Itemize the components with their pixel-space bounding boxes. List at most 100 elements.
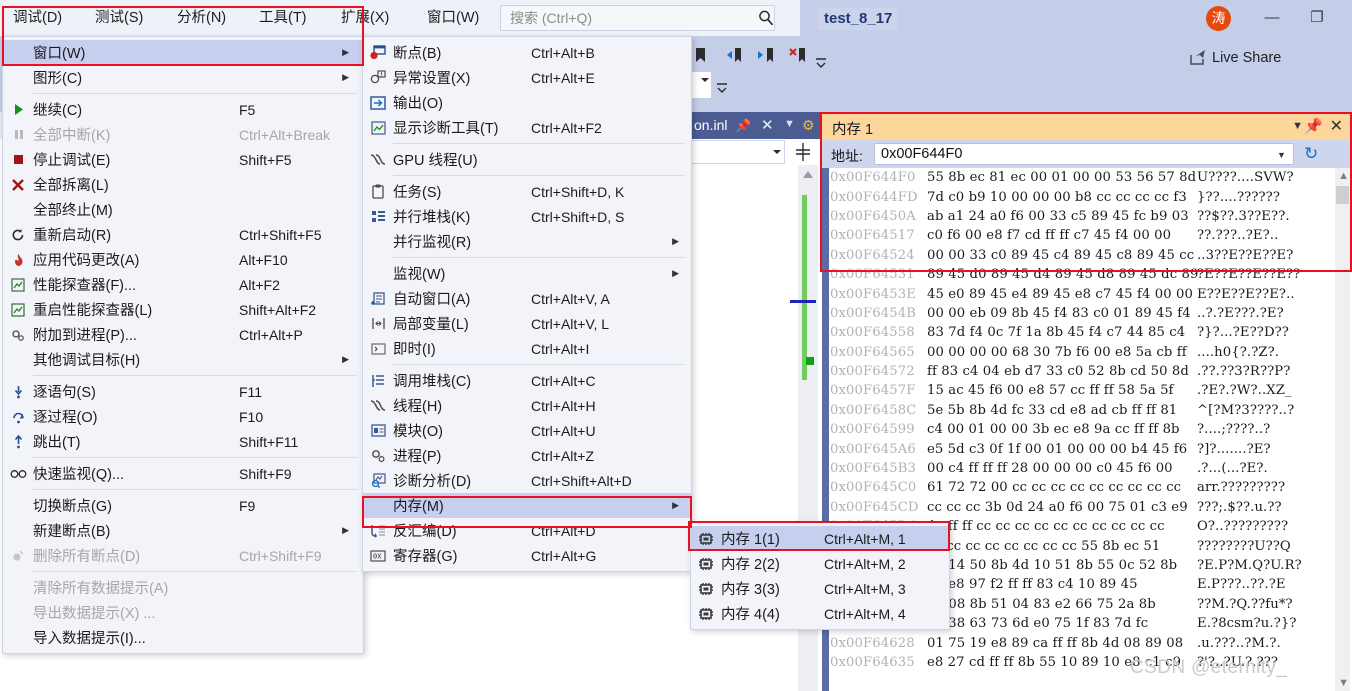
window-submenu-item-5[interactable]: GPU 线程(U)	[363, 147, 691, 172]
window-submenu-item-17[interactable]: 线程(H) Ctrl+Alt+H	[363, 393, 691, 418]
window-submenu-item-16[interactable]: 调用堆栈(C) Ctrl+Alt+C	[363, 368, 691, 393]
chevron-down-icon[interactable]: ▼	[1277, 150, 1286, 160]
memory-submenu-item-1[interactable]: 内存 2(2) Ctrl+Alt+M, 2	[691, 551, 949, 576]
memory-scrollbar[interactable]	[1335, 168, 1350, 691]
scroll-up-icon[interactable]: ▲	[1338, 170, 1349, 182]
toolbar-overflow-icon[interactable]	[815, 57, 827, 69]
window-submenu-item-12[interactable]: 自动窗口(A) Ctrl+Alt+V, A	[363, 286, 691, 311]
memory-row[interactable]: 0x00F64524 00 00 33 c0 89 45 c4 89 45 c8 …	[822, 246, 1350, 265]
scroll-down-icon[interactable]: ▼	[1338, 677, 1349, 689]
next-bookmark-icon[interactable]	[756, 46, 776, 64]
live-share-button[interactable]: Live Share	[1212, 47, 1281, 69]
debug-menu-item-27[interactable]: 导入数据提示(I)...	[3, 625, 363, 650]
split-view-icon[interactable]	[792, 141, 814, 163]
gear-icon[interactable]: ⚙	[802, 117, 815, 134]
window-submenu-item-20[interactable]: 诊断分析(D) Ctrl+Shift+Alt+D	[363, 468, 691, 493]
debug-menu-item-15[interactable]: 逐语句(S) F11	[3, 379, 363, 404]
menubar-item-window[interactable]: 窗口(W)	[420, 6, 486, 30]
debug-menu-item-12[interactable]: 附加到进程(P)... Ctrl+Alt+P	[3, 322, 363, 347]
menubar-item-test[interactable]: 测试(S)	[88, 6, 150, 30]
memory-submenu-item-3[interactable]: 内存 4(4) Ctrl+Alt+M, 4	[691, 601, 949, 626]
toolbar-dropdown-caret-icon[interactable]	[700, 76, 710, 84]
debug-menu-item-7[interactable]: 全部终止(M)	[3, 197, 363, 222]
memory-row[interactable]: 0x00F645A6 e5 5d c3 0f 1f 00 01 00 00 00 …	[822, 439, 1350, 458]
debug-menu-item-3[interactable]: 继续(C) F5	[3, 97, 363, 122]
memory-row[interactable]: 0x00F644FD 7d c0 b9 10 00 00 00 b8 cc cc …	[822, 187, 1350, 206]
debug-menu-item-0[interactable]: 窗口(W) ▶	[3, 40, 363, 65]
menubar-item-analyze[interactable]: 分析(N)	[170, 6, 233, 30]
window-submenu-item-13[interactable]: 局部变量(L) Ctrl+Alt+V, L	[363, 311, 691, 336]
memory-submenu-item-2[interactable]: 内存 3(3) Ctrl+Alt+M, 3	[691, 576, 949, 601]
debug-menu-item-19[interactable]: 快速监视(Q)... Shift+F9	[3, 461, 363, 486]
memory-row[interactable]: 0x00F6458C 5e 5b 8b 4d fc 33 cd e8 ad cb …	[822, 401, 1350, 420]
debug-menu-item-21[interactable]: 切换断点(G) F9	[3, 493, 363, 518]
memory-row[interactable]: 0x00F64517 c0 f6 00 e8 f7 cd ff ff c7 45 …	[822, 226, 1350, 245]
memory-row[interactable]: 0x00F64531 89 45 d0 89 45 d4 89 45 d8 89 …	[822, 265, 1350, 284]
debug-menu[interactable]: 窗口(W) ▶ 图形(C) ▶ 继续(C) F5 全部中断(K) Ctrl+Alt+Break…	[2, 36, 364, 654]
pin-icon[interactable]: 📌	[735, 118, 751, 134]
debug-menu-item-6[interactable]: 全部拆离(L)	[3, 172, 363, 197]
memory-row[interactable]: 0x00F64565 00 00 00 00 68 30 7b f6 00 e8 …	[822, 343, 1350, 362]
memory-row[interactable]: 0x00F64628 01 75 19 e8 89 ca ff ff 8b 4d …	[822, 633, 1350, 652]
minimize-button[interactable]: —	[1255, 6, 1289, 30]
menubar-item-debug[interactable]: 调试(D)	[6, 6, 69, 30]
debug-menu-item-13[interactable]: 其他调试目标(H) ▶	[3, 347, 363, 372]
window-submenu-item-21[interactable]: 内存(M) ▶	[363, 493, 691, 518]
debug-menu-item-10[interactable]: 性能探查器(F)... Alt+F2	[3, 272, 363, 297]
window-submenu-item-19[interactable]: 进程(P) Ctrl+Alt+Z	[363, 443, 691, 468]
avatar[interactable]: 涛	[1206, 6, 1231, 31]
memory-row[interactable]: 0x00F64599 c4 00 01 00 00 3b ec e8 9a cc …	[822, 420, 1350, 439]
refresh-icon[interactable]: ↻	[1304, 144, 1318, 164]
memory-row[interactable]: 0x00F64558 83 7d f4 0c 7f 1a 8b 45 f4 c7 …	[822, 323, 1350, 342]
memory-address-input[interactable]: 0x00F644F0	[874, 143, 1294, 165]
memory-submenu-item-0[interactable]: 内存 1(1) Ctrl+Alt+M, 1	[691, 526, 949, 551]
memory-row[interactable]: 0x00F645CD cc cc cc 3b 0d 24 a0 f6 00 75 …	[822, 498, 1350, 517]
clear-bookmarks-icon[interactable]	[788, 46, 808, 64]
menubar-item-tools[interactable]: 工具(T)	[252, 6, 314, 30]
window-submenu-item-9[interactable]: 并行监视(R) ▶	[363, 229, 691, 254]
memory-row[interactable]: 0x00F6453E 45 e0 89 45 e4 89 45 e8 c7 45 …	[822, 284, 1350, 303]
search-input[interactable]: 搜索 (Ctrl+Q)	[500, 5, 775, 31]
debug-menu-item-8[interactable]: 重新启动(R) Ctrl+Shift+F5	[3, 222, 363, 247]
scroll-up-icon[interactable]	[802, 170, 814, 180]
debug-menu-item-1[interactable]: 图形(C) ▶	[3, 65, 363, 90]
memory-submenu[interactable]: 内存 1(1) Ctrl+Alt+M, 1 内存 2(2) Ctrl+Alt+M, 2…	[690, 522, 950, 630]
window-submenu-item-2[interactable]: 输出(O)	[363, 90, 691, 115]
debug-menu-item-17[interactable]: 跳出(T) Shift+F11	[3, 429, 363, 454]
editor-scroll-thumb[interactable]	[802, 195, 807, 380]
nav-caret-icon[interactable]	[772, 148, 782, 156]
bookmark-icon[interactable]	[692, 46, 710, 64]
debug-menu-item-5[interactable]: 停止调试(E) Shift+F5	[3, 147, 363, 172]
debug-menu-item-16[interactable]: 逐过程(O) F10	[3, 404, 363, 429]
toolbar-overflow2-icon[interactable]	[716, 82, 728, 94]
window-submenu-item-1[interactable]: 异常设置(X) Ctrl+Alt+E	[363, 65, 691, 90]
memory-row[interactable]: 0x00F645C0 61 72 72 00 cc cc cc cc cc cc …	[822, 478, 1350, 497]
window-submenu-item-11[interactable]: 监视(W) ▶	[363, 261, 691, 286]
menubar-item-extensions[interactable]: 扩展(X)	[334, 6, 396, 30]
window-submenu-item-3[interactable]: 显示诊断工具(T) Ctrl+Alt+F2	[363, 115, 691, 140]
previous-bookmark-icon[interactable]	[724, 46, 744, 64]
chevron-down-icon[interactable]: ▼	[784, 118, 795, 130]
window-submenu-item-8[interactable]: 并行堆栈(K) Ctrl+Shift+D, S	[363, 204, 691, 229]
debug-menu-item-22[interactable]: 新建断点(B) ▶	[3, 518, 363, 543]
close-icon[interactable]: ✕	[761, 116, 774, 134]
close-icon[interactable]: ✕	[1330, 116, 1343, 136]
memory-scroll-thumb[interactable]	[1336, 186, 1349, 204]
memory-row[interactable]: 0x00F64572 ff 83 c4 04 eb d7 33 c0 52 8b …	[822, 362, 1350, 381]
window-submenu-item-18[interactable]: 模块(O) Ctrl+Alt+U	[363, 418, 691, 443]
debug-menu-item-9[interactable]: 应用代码更改(A) Alt+F10	[3, 247, 363, 272]
maximize-button[interactable]: ❐	[1300, 6, 1334, 30]
window-submenu-item-7[interactable]: 任务(S) Ctrl+Shift+D, K	[363, 179, 691, 204]
memory-row[interactable]: 0x00F644F0 55 8b ec 81 ec 00 01 00 00 53 …	[822, 168, 1350, 187]
window-submenu-item-22[interactable]: 反汇编(D) Ctrl+Alt+D	[363, 518, 691, 543]
memory-row[interactable]: 0x00F6457F 15 ac 45 f6 00 e8 57 cc ff ff …	[822, 381, 1350, 400]
window-submenu-item-23[interactable]: 0X 寄存器(G) Ctrl+Alt+G	[363, 543, 691, 568]
debug-menu-item-11[interactable]: 重启性能探查器(L) Shift+Alt+F2	[3, 297, 363, 322]
memory-row[interactable]: 0x00F6454B 00 00 eb 09 8b 45 f4 83 c0 01 …	[822, 304, 1350, 323]
live-share-icon[interactable]	[1188, 47, 1208, 67]
pin-icon[interactable]: 📌	[1304, 117, 1323, 135]
memory-row[interactable]: 0x00F6450A ab a1 24 a0 f6 00 33 c5 89 45 …	[822, 207, 1350, 226]
chevron-down-icon[interactable]: ▼	[1292, 120, 1303, 132]
window-submenu-item-0[interactable]: 断点(B) Ctrl+Alt+B	[363, 40, 691, 65]
memory-row[interactable]: 0x00F645B3 00 c4 ff ff ff 28 00 00 00 c0 …	[822, 459, 1350, 478]
